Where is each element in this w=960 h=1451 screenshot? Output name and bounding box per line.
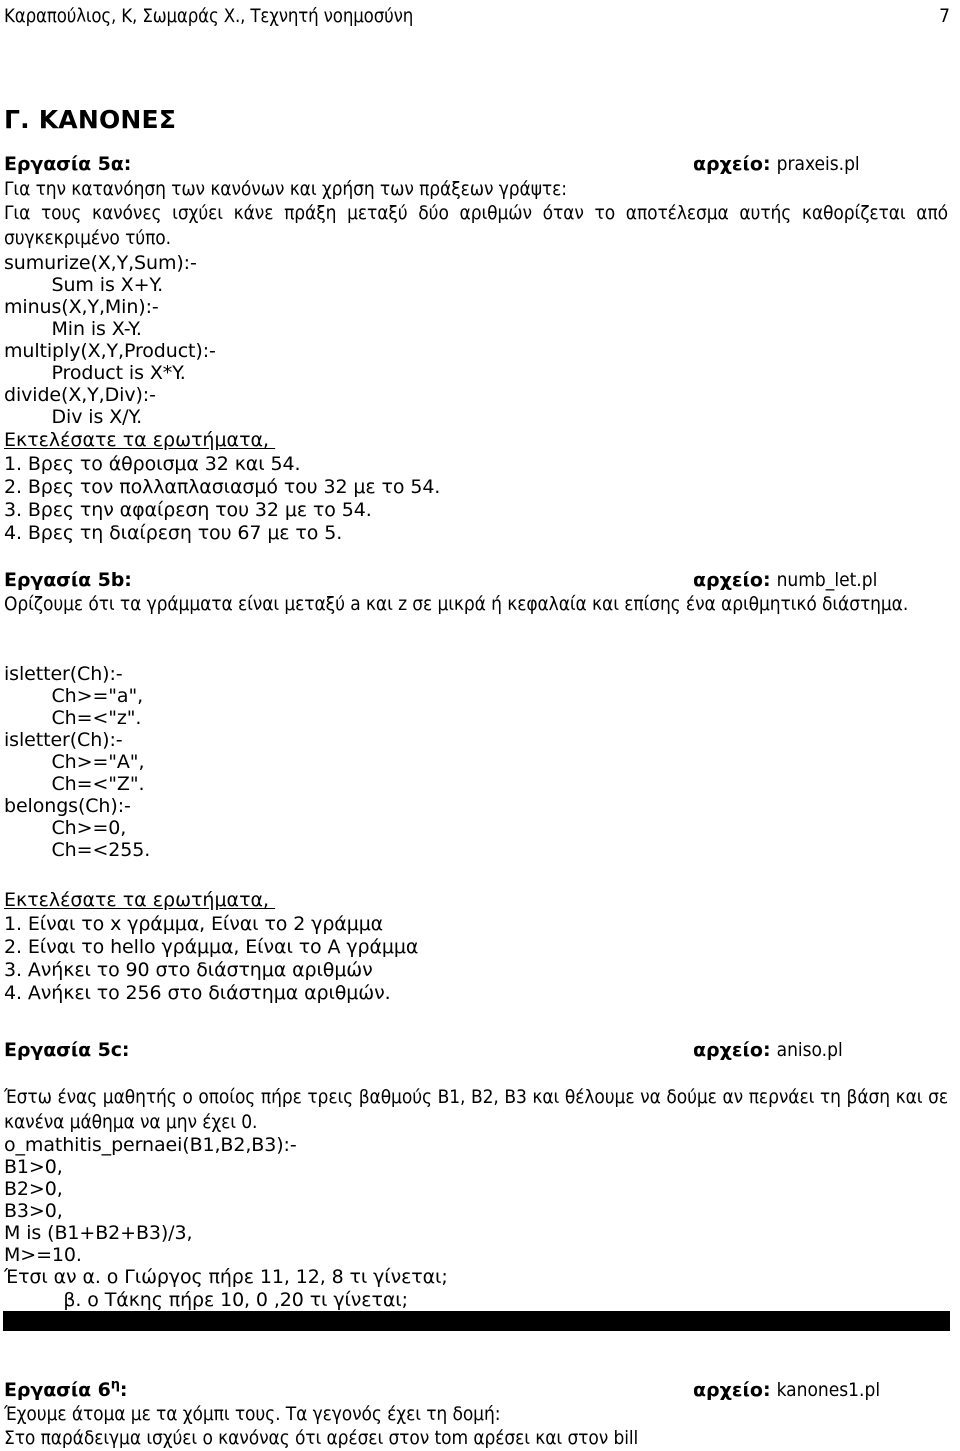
code-line: Ch>="a", [4,685,144,707]
task-file-6: αρχείο: kanones1.pl [693,1378,880,1402]
task-5a-intro-line-1: Για την κατανόηση των κανόνων και χρήση … [4,178,567,200]
code-line: isletter(Ch):- [4,663,123,685]
question-item: 4. Βρες τη διαίρεση του 67 με το 5. [4,522,343,544]
code-line: isletter(Ch):- [4,729,123,751]
code-line: Ch>=0, [4,817,127,839]
question-item: 3. Ανήκει το 90 στο διάστημα αριθμών [4,959,373,981]
running-header: Καραπούλιος, Κ, Σωμαράς Χ., Τεχνητή νοημ… [4,4,950,29]
questions-heading-5b: Εκτελέσατε τα ερωτήματα, [4,889,276,911]
task-label-5a: Εργασία 5α: [4,153,132,175]
task-5c-closing-line: β. ο Τάκης πήρε 10, 0 ,20 τι γίνεται; [4,1289,408,1311]
question-item: 2. Είναι το hello γράμμα, Είναι το Α γρά… [4,936,419,958]
task-5b-paragraph: Ορίζουμε ότι τα γράμματα είναι μεταξύ a … [4,593,909,615]
file-key-label: αρχείο: [693,569,771,591]
code-line: Div is X/Y. [4,406,143,428]
task-title-row-5a: Εργασία 5α: αρχείο: praxeis.pl [4,152,950,176]
question-item: 3. Βρες την αφαίρεση του 32 με το 54. [4,499,372,521]
code-line: B3>0, [4,1200,63,1222]
task-5a-paragraph: Για τους κανόνες ισχύει κάνε πράξη μεταξ… [4,202,948,249]
file-name-5b: numb_let.pl [776,569,878,591]
question-item: 4. Ανήκει το 256 στο διάστημα αριθμών. [4,982,391,1004]
file-key-label: αρχείο: [693,153,771,175]
page-number: 7 [939,5,950,27]
code-line: minus(X,Y,Min):- [4,296,159,318]
question-item: 2. Βρες τον πολλαπλασιασμό του 32 με το … [4,476,441,498]
task-file-5c: αρχείο: aniso.pl [693,1038,843,1062]
task-label-5c: Εργασία 5c: [4,1039,130,1061]
task-5c-paragraph: Έστω ένας μαθητής ο οποίος πήρε τρεις βα… [4,1086,948,1133]
task-6-closing-line: Στο παράδειγμα ισχύει ο κανόνας ότι αρέσ… [4,1427,639,1449]
file-key-label: αρχείο: [693,1039,771,1061]
task-title-row-5c: Εργασία 5c: αρχείο: aniso.pl [4,1038,950,1062]
code-line: belongs(Ch):- [4,795,131,817]
code-line: Ch=<"z". [4,707,142,729]
code-line: B2>0, [4,1178,63,1200]
task-label-6-superscript: η [110,1377,120,1393]
task-file-5a: αρχείο: praxeis.pl [693,152,860,176]
file-name-6: kanones1.pl [776,1379,881,1401]
section-divider-bar [3,1311,950,1331]
questions-heading-5a: Εκτελέσατε τα ερωτήματα, [4,429,276,451]
task-title-row-5b: Εργασία 5b: αρχείο: numb_let.pl [4,568,950,592]
task-6-closing-line: Έχουμε άτομα με τα χόμπι τους. Τα γεγονό… [4,1403,501,1425]
question-item: 1. Είναι το x γράμμα, Είναι το 2 γράμμα [4,913,384,935]
task-5c-closing-line: Έτσι αν α. ο Γιώργος πήρε 11, 12, 8 τι γ… [4,1266,448,1288]
task-label-6-text: Εργασία 6 [4,1379,111,1401]
code-line: M>=10. [4,1244,82,1266]
code-line: divide(X,Y,Div):- [4,384,156,406]
document-page: Καραπούλιος, Κ, Σωμαράς Χ., Τεχνητή νοημ… [0,0,960,1449]
code-line: multiply(X,Y,Product):- [4,340,216,362]
code-line: Ch>="A", [4,751,145,773]
task-label-6: Εργασία 6η: [4,1377,128,1401]
file-key-label: αρχείο: [693,1379,771,1401]
code-line: Ch=<255. [4,839,151,861]
code-line: B1>0, [4,1156,63,1178]
code-line: M is (B1+B2+B3)/3, [4,1222,193,1244]
task-file-5b: αρχείο: numb_let.pl [693,568,877,592]
file-name-5c: aniso.pl [776,1039,843,1061]
code-line: sumurize(X,Y,Sum):- [4,252,197,274]
code-line: Product is X*Y. [4,362,186,384]
code-line: Min is X-Y. [4,318,142,340]
code-line: Ch=<"Z". [4,773,145,795]
code-line: Sum is X+Y. [4,274,164,296]
question-item: 1. Βρες το άθροισμα 32 και 54. [4,453,301,475]
section-heading: Γ. ΚΑΝΟΝΕΣ [4,105,177,134]
code-line: o_mathitis_pernaei(B1,B2,B3):- [4,1134,297,1156]
running-header-authors: Καραπούλιος, Κ, Σωμαράς Χ., Τεχνητή νοημ… [4,6,414,27]
file-name-5a: praxeis.pl [776,153,860,175]
task-title-row-6: Εργασία 6η: αρχείο: kanones1.pl [4,1378,950,1402]
task-label-6-colon: : [119,1379,128,1401]
task-label-5b: Εργασία 5b: [4,569,132,591]
